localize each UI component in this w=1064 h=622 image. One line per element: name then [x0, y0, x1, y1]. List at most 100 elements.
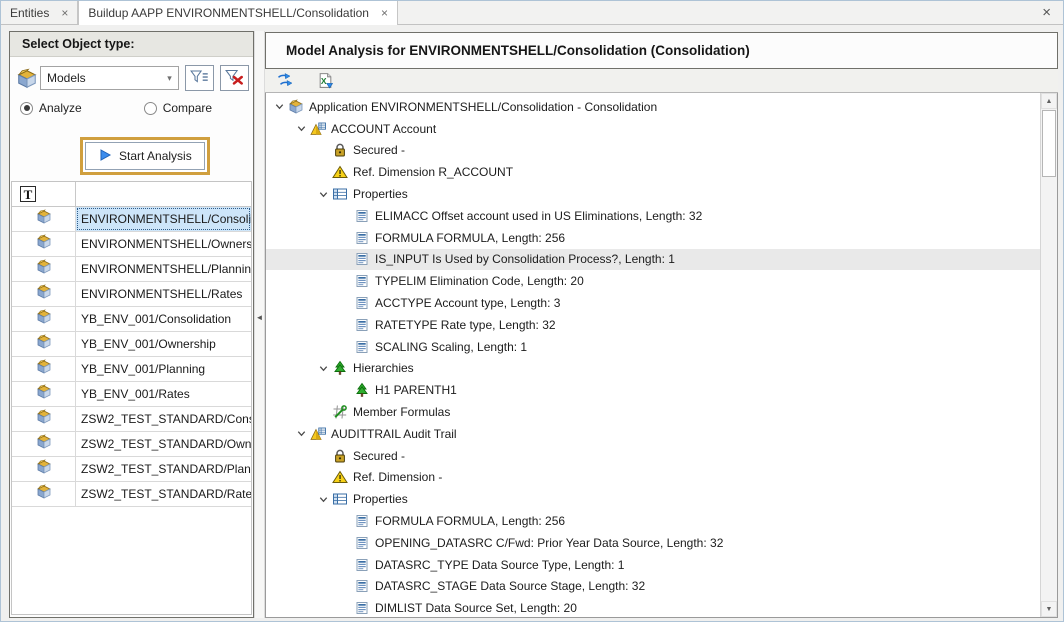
model-name: YB_ENV_001/Planning — [81, 362, 205, 376]
tab-entities[interactable]: Entities × — [1, 1, 78, 24]
tab-buildup-analysis[interactable]: Buildup AAPP ENVIRONMENTSHELL/Consolidat… — [78, 1, 398, 25]
export-excel-icon[interactable]: X — [313, 70, 337, 91]
tree-node[interactable]: FORMULA FORMULA, Length: 256 — [266, 227, 1040, 249]
property-icon — [353, 513, 370, 529]
compare-radio-label: Compare — [163, 101, 212, 115]
scroll-up-icon[interactable]: ▲ — [1041, 93, 1057, 109]
model-list-item[interactable]: ENVIRONMENTSHELL/Rates — [12, 282, 251, 307]
tree-node[interactable]: Application ENVIRONMENTSHELL/Consolidati… — [266, 96, 1040, 118]
scroll-down-icon[interactable]: ▼ — [1041, 601, 1057, 617]
model-name: YB_ENV_001/Rates — [81, 387, 190, 401]
model-cube-icon — [35, 259, 53, 280]
model-list-item[interactable]: ENVIRONMENTSHELL/Planning — [12, 257, 251, 282]
tree-node[interactable]: DIMLIST Data Source Set, Length: 20 — [266, 597, 1040, 617]
filter-button[interactable] — [185, 65, 214, 91]
property-icon — [353, 600, 370, 616]
tab-close-icon[interactable]: × — [381, 7, 388, 19]
tree-node-label: H1 PARENTH1 — [375, 383, 457, 397]
start-analysis-highlight: Start Analysis — [80, 137, 210, 175]
model-cube-icon — [35, 359, 53, 380]
analysis-tree-box: Application ENVIRONMENTSHELL/Consolidati… — [265, 93, 1058, 618]
hierarchy-tree-icon — [353, 382, 370, 398]
chevron-down-icon: ▾ — [167, 73, 178, 84]
tree-node[interactable]: Member Formulas — [266, 401, 1040, 423]
tree-node[interactable]: AUDITTRAIL Audit Trail — [266, 423, 1040, 445]
tree-scrollbar[interactable]: ▲ ▼ — [1040, 93, 1057, 617]
chevron-down-icon[interactable] — [272, 101, 287, 112]
model-list-item[interactable]: ZSW2_TEST_STANDARD/Rates — [12, 482, 251, 507]
tree-node[interactable]: SCALING Scaling, Length: 1 — [266, 336, 1040, 358]
chevron-down-icon[interactable] — [316, 363, 331, 374]
tree-node[interactable]: ELIMACC Offset account used in US Elimin… — [266, 205, 1040, 227]
name-column-header[interactable] — [76, 182, 251, 206]
model-list-item[interactable]: YB_ENV_001/Ownership — [12, 332, 251, 357]
tab-buildup-label: Buildup AAPP ENVIRONMENTSHELL/Consolidat… — [88, 6, 369, 20]
model-list-item[interactable]: YB_ENV_001/Planning — [12, 357, 251, 382]
chevron-down-icon[interactable] — [316, 189, 331, 200]
chevron-down-icon[interactable] — [294, 123, 309, 134]
text-column-t-icon: T — [20, 186, 36, 202]
model-cube-icon — [35, 434, 53, 455]
model-name: YB_ENV_001/Ownership — [81, 337, 216, 351]
model-list-item[interactable]: ZSW2_TEST_STANDARD/Consoli... — [12, 407, 251, 432]
model-name: ENVIRONMENTSHELL/Consolidation — [81, 212, 251, 226]
text-column-header[interactable]: T — [12, 182, 76, 206]
chevron-down-icon[interactable] — [316, 494, 331, 505]
clear-filter-button[interactable] — [220, 65, 249, 91]
analyze-radio-label: Analyze — [39, 101, 82, 115]
panel-header: Select Object type: — [10, 32, 253, 57]
compare-radio[interactable]: Compare — [144, 101, 212, 115]
start-analysis-button[interactable]: Start Analysis — [85, 142, 205, 170]
tree-node-label: ACCOUNT Account — [331, 122, 436, 136]
model-list-item[interactable]: ENVIRONMENTSHELL/Consolidation — [12, 207, 251, 232]
tree-node[interactable]: Properties — [266, 183, 1040, 205]
chevron-down-icon[interactable] — [294, 428, 309, 439]
tree-node-label: SCALING Scaling, Length: 1 — [375, 340, 527, 354]
tab-close-icon[interactable]: × — [61, 7, 68, 19]
property-icon — [353, 251, 370, 267]
tree-node[interactable]: DATASRC_STAGE Data Source Stage, Length:… — [266, 576, 1040, 598]
tree-node[interactable]: Secured - — [266, 445, 1040, 467]
tree-node[interactable]: H1 PARENTH1 — [266, 379, 1040, 401]
close-icon[interactable]: × — [1042, 1, 1063, 24]
tree-node-label: Hierarchies — [353, 361, 414, 375]
tree-node[interactable]: TYPELIM Elimination Code, Length: 20 — [266, 270, 1040, 292]
model-list-item[interactable]: YB_ENV_001/Consolidation — [12, 307, 251, 332]
model-list-item[interactable]: YB_ENV_001/Rates — [12, 382, 251, 407]
panel-splitter[interactable]: ◄ — [254, 31, 265, 618]
tree-node-label: Properties — [353, 187, 408, 201]
tree-node-label: ELIMACC Offset account used in US Elimin… — [375, 209, 702, 223]
tree-node[interactable]: ACCOUNT Account — [266, 118, 1040, 140]
tree-node[interactable]: ACCTYPE Account type, Length: 3 — [266, 292, 1040, 314]
properties-table-icon — [331, 186, 348, 202]
tree-node[interactable]: FORMULA FORMULA, Length: 256 — [266, 510, 1040, 532]
model-cube-icon — [35, 209, 53, 230]
select-object-panel: Select Object type: Models ▾ Analyze Com — [9, 31, 254, 618]
tree-node-label: Secured - — [353, 449, 405, 463]
collapse-left-icon[interactable]: ◄ — [256, 314, 264, 618]
model-list-item[interactable]: ZSW2_TEST_STANDARD/Owners... — [12, 432, 251, 457]
tree-node[interactable]: Hierarchies — [266, 358, 1040, 380]
tree-node[interactable]: Properties — [266, 488, 1040, 510]
application-cube-icon — [287, 99, 304, 115]
model-list-item[interactable]: ZSW2_TEST_STANDARD/Planning — [12, 457, 251, 482]
analyze-radio[interactable]: Analyze — [20, 101, 82, 115]
tree-node[interactable]: OPENING_DATASRC C/Fwd: Prior Year Data S… — [266, 532, 1040, 554]
svg-text:X: X — [320, 76, 326, 86]
models-cube-icon — [16, 68, 38, 88]
tab-entities-label: Entities — [10, 6, 49, 20]
model-list-item[interactable]: ENVIRONMENTSHELL/Ownership — [12, 232, 251, 257]
object-type-select[interactable]: Models ▾ — [40, 66, 179, 90]
tree-node[interactable]: IS_INPUT Is Used by Consolidation Proces… — [266, 249, 1040, 271]
tree-node[interactable]: DATASRC_TYPE Data Source Type, Length: 1 — [266, 554, 1040, 576]
expand-nodes-arrows-icon[interactable] — [273, 70, 297, 91]
tree-node[interactable]: Ref. Dimension - — [266, 467, 1040, 489]
tree-node-label: Member Formulas — [353, 405, 450, 419]
tree-node[interactable]: Secured - — [266, 140, 1040, 162]
model-name: ZSW2_TEST_STANDARD/Owners... — [81, 437, 251, 451]
radio-selected-icon — [20, 102, 33, 115]
scrollbar-thumb[interactable] — [1042, 110, 1056, 177]
model-name: ENVIRONMENTSHELL/Rates — [81, 287, 242, 301]
tree-node[interactable]: Ref. Dimension R_ACCOUNT — [266, 161, 1040, 183]
tree-node[interactable]: RATETYPE Rate type, Length: 32 — [266, 314, 1040, 336]
